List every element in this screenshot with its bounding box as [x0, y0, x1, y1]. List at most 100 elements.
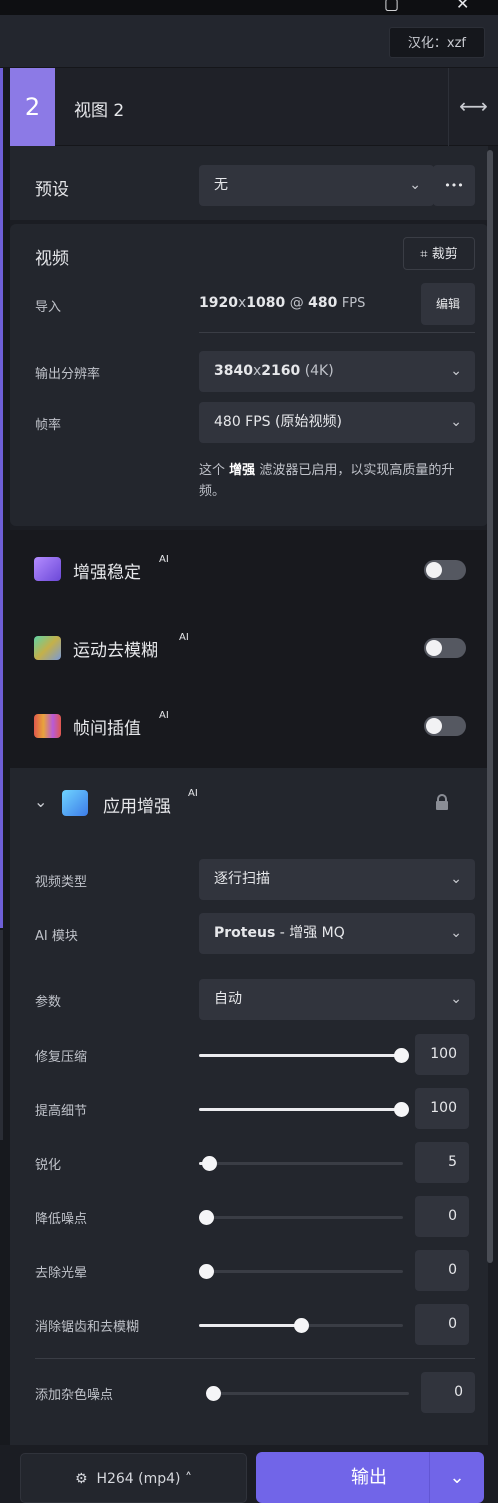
gear-icon: ⚙: [75, 1471, 88, 1487]
view-number-badge: 2: [10, 68, 55, 146]
divider: [35, 1358, 475, 1359]
grain-slider[interactable]: [206, 1386, 409, 1401]
slider-value[interactable]: 100: [415, 1088, 469, 1129]
deblur-label: 运动去模糊: [73, 641, 158, 661]
model-sep: -: [275, 925, 290, 941]
model-select[interactable]: Proteus - 增强 MQ ⌄: [199, 913, 475, 954]
import-width: 1920: [199, 295, 238, 311]
maximize-icon[interactable]: ▢: [384, 0, 399, 13]
deblur-toggle[interactable]: [424, 638, 466, 658]
slider-fill: [199, 1054, 403, 1057]
video-title: 视频: [35, 249, 69, 269]
resolution-label: 输出分辨率: [35, 367, 101, 382]
enhance-slider[interactable]: [199, 1264, 403, 1279]
slider-label: 锐化: [35, 1158, 62, 1173]
preset-section: 预设 无 ⌄ •••: [10, 146, 488, 220]
resolution-height: 2160: [261, 363, 301, 379]
import-fps: 480: [308, 295, 338, 311]
crop-label: 裁剪: [431, 247, 458, 262]
grain-value[interactable]: 0: [421, 1372, 475, 1413]
slider-label: 修复压缩: [35, 1050, 88, 1065]
slider-value[interactable]: 5: [415, 1142, 469, 1183]
slider-label: 去除光晕: [35, 1266, 88, 1281]
slider-knob[interactable]: [394, 1048, 409, 1063]
import-fps-unit: FPS: [341, 296, 366, 311]
interpolation-label: 帧间插值: [73, 719, 141, 739]
slider-value[interactable]: 0: [415, 1250, 469, 1291]
top-toolbar: 汉化：xzf: [0, 15, 498, 68]
params-label: 参数: [35, 995, 62, 1010]
slider-value[interactable]: 0: [415, 1304, 469, 1345]
bottom-bar: ⚙ H264 (mp4) ˄ 输出 ⌄: [0, 1445, 498, 1503]
framerate-label: 帧率: [35, 418, 62, 433]
slider-knob[interactable]: [199, 1210, 214, 1225]
stabilize-toggle[interactable]: [424, 560, 466, 580]
slider-knob[interactable]: [199, 1264, 214, 1279]
params-value: 自动: [214, 991, 242, 1007]
divider: [199, 332, 475, 333]
stabilize-ai-tag: AI: [159, 554, 169, 565]
note-bold: 增强: [229, 463, 256, 478]
crop-button[interactable]: ⌗ 裁剪: [403, 237, 475, 270]
left-accent-line: [0, 68, 3, 928]
chevron-down-icon: ⌄: [450, 991, 462, 1007]
slider-value[interactable]: 100: [415, 1034, 469, 1075]
collapse-chevron-icon[interactable]: ⌄: [34, 792, 47, 811]
interpolation-icon: [34, 714, 61, 738]
params-select[interactable]: 自动 ⌄: [199, 979, 475, 1020]
video-type-label: 视频类型: [35, 875, 88, 890]
preset-label: 预设: [35, 180, 69, 200]
lock-icon: [435, 794, 449, 810]
export-label: 输出: [351, 1467, 387, 1488]
scrollbar[interactable]: [487, 150, 493, 1263]
enhance-icon: [62, 790, 88, 816]
enhance-slider[interactable]: [199, 1156, 403, 1171]
video-type-select[interactable]: 逐行扫描 ⌄: [199, 859, 475, 900]
enhance-slider[interactable]: [199, 1102, 409, 1117]
chevron-up-icon: ˄: [184, 1471, 192, 1487]
expand-icon[interactable]: ⟷: [448, 68, 498, 146]
interpolation-toggle[interactable]: [424, 716, 466, 736]
chevron-down-icon: ⌄: [409, 177, 421, 193]
edit-button[interactable]: 编辑: [421, 283, 475, 325]
enhance-ai-tag: AI: [188, 788, 198, 799]
enhance-section: ⌄ 应用增强 AI 视频类型 逐行扫描 ⌄ AI 模块 Proteus - 增强…: [10, 768, 488, 1468]
grain-label: 添加杂色噪点: [35, 1388, 114, 1403]
view-title: 视图 2: [74, 101, 125, 121]
slider-knob[interactable]: [202, 1156, 218, 1171]
preset-more-button[interactable]: •••: [433, 165, 475, 206]
enhance-note: 这个 增强 滤波器已启用，以实现高质量的升频。: [199, 460, 475, 502]
slider-knob[interactable]: [394, 1102, 409, 1117]
slider-label: 降低噪点: [35, 1212, 88, 1227]
video-type-value: 逐行扫描: [214, 871, 270, 887]
resolution-select[interactable]: 3840x2160 (4K) ⌄: [199, 351, 475, 392]
enhance-slider[interactable]: [199, 1210, 403, 1225]
codec-button[interactable]: ⚙ H264 (mp4) ˄: [20, 1453, 247, 1503]
slider-knob[interactable]: [206, 1386, 221, 1401]
enhance-slider[interactable]: [199, 1318, 403, 1333]
view-header: 2 视图 2 ⟷: [10, 68, 498, 146]
chevron-down-icon: ⌄: [450, 414, 462, 430]
chevron-down-icon: ⌄: [450, 925, 462, 941]
close-icon[interactable]: ✕: [456, 0, 469, 13]
import-height: 1080: [246, 295, 286, 311]
chevron-down-icon[interactable]: ⌄: [429, 1452, 484, 1503]
resolution-tag: (4K): [304, 363, 334, 379]
enhance-title: 应用增强: [103, 797, 171, 817]
slider-label: 提高细节: [35, 1104, 88, 1119]
model-variant: 增强 MQ: [289, 925, 345, 941]
enhance-slider[interactable]: [199, 1048, 409, 1063]
preset-value: 无: [214, 177, 228, 193]
slider-value[interactable]: 0: [415, 1196, 469, 1237]
framerate-select[interactable]: 480 FPS (原始视频) ⌄: [199, 402, 475, 443]
model-label: AI 模块: [35, 929, 78, 944]
export-button[interactable]: 输出 ⌄: [256, 1452, 484, 1503]
slider-label: 消除锯齿和去模糊: [35, 1320, 140, 1335]
preset-select[interactable]: 无 ⌄: [199, 165, 434, 206]
codec-label: H264 (mp4): [96, 1471, 181, 1487]
slider-knob[interactable]: [294, 1318, 309, 1333]
slider-fill: [199, 1108, 403, 1111]
slider-fill: [199, 1324, 301, 1327]
import-label: 导入: [35, 300, 62, 315]
left-divider: [0, 930, 3, 1140]
